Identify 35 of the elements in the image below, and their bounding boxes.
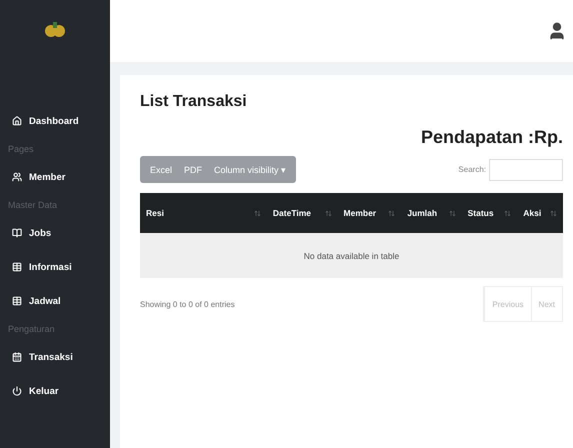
table-icon xyxy=(12,296,22,306)
sort-icon xyxy=(448,210,456,216)
sidebar-link[interactable]: Member xyxy=(0,160,110,194)
entries-info: Showing 0 to 0 of 0 entries xyxy=(140,300,235,308)
search-field[interactable] xyxy=(489,158,563,180)
column-header[interactable]: Jumlah xyxy=(401,193,462,233)
column-header[interactable]: Member xyxy=(338,193,402,233)
sidebar-link[interactable]: Jobs xyxy=(0,216,110,250)
sidebar-heading: Pages xyxy=(7,143,35,156)
sidebar-heading: Pengaturan xyxy=(7,323,56,336)
empty-table-message: No data available in table xyxy=(140,233,563,278)
sidebar-link[interactable]: Jadwal xyxy=(0,284,110,318)
table-icon xyxy=(12,262,22,272)
column-header[interactable]: Status xyxy=(462,193,518,233)
power-icon xyxy=(12,386,22,396)
calendar-icon xyxy=(12,352,22,362)
sidebar-link[interactable]: Keluar xyxy=(0,374,110,408)
book-icon xyxy=(12,228,22,238)
sidebar-link[interactable]: Informasi xyxy=(0,250,110,284)
sort-icon xyxy=(550,210,557,216)
sidebar-heading: Master Data xyxy=(7,199,58,212)
income-label: Pendapatan :Rp. xyxy=(420,127,563,148)
search-label: Search: xyxy=(458,165,486,174)
home-icon xyxy=(12,116,22,126)
column-header[interactable]: Resi xyxy=(140,193,267,233)
sort-icon xyxy=(324,210,332,216)
sidebar-link[interactable]: Transaksi xyxy=(0,340,110,374)
sort-icon xyxy=(388,210,396,216)
card-title: List Transaksi xyxy=(140,93,248,111)
users-icon xyxy=(12,172,22,182)
column-header[interactable]: Aksi xyxy=(517,193,563,233)
column-header[interactable]: DateTime xyxy=(266,193,338,233)
sidebar-link[interactable]: Dashboard xyxy=(0,104,110,138)
sort-icon xyxy=(254,210,261,216)
sort-icon xyxy=(504,210,512,216)
